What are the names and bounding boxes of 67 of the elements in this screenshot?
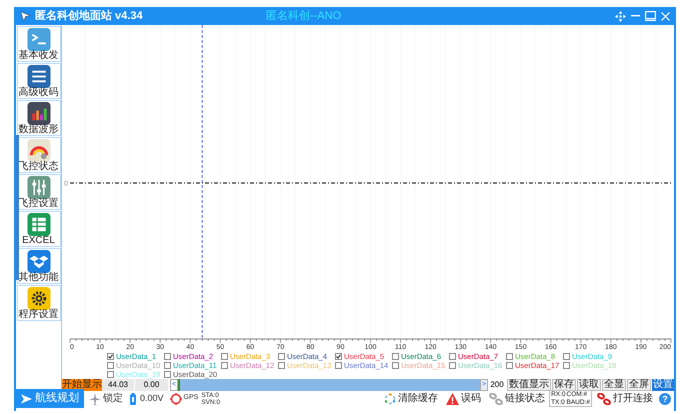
checkbox[interactable] (278, 362, 285, 369)
window-subtitle: 匿名科创--ANO (266, 8, 342, 24)
move-icon[interactable] (615, 10, 626, 22)
checkbox[interactable] (221, 362, 228, 369)
minimize-icon[interactable] (631, 15, 640, 17)
checkbox[interactable] (107, 353, 114, 360)
maximize-icon[interactable] (645, 11, 656, 21)
checkbox[interactable] (164, 353, 171, 360)
warning-icon (446, 392, 460, 404)
sidebar-item[interactable]: EXCEL (16, 211, 60, 247)
list-icon (26, 65, 50, 88)
link-icon (597, 392, 611, 404)
gauge-icon (26, 139, 50, 162)
window-title: 匿名科创地面站 v4.34 (35, 8, 143, 24)
sidebar-item[interactable]: 程序设置 (16, 285, 60, 321)
checkbox[interactable] (563, 353, 570, 360)
lock-status: 锁定 (103, 392, 123, 406)
link-status-label: 链接状态 (505, 392, 546, 406)
clear-cache-button[interactable]: 清除缓存 (398, 391, 438, 406)
toolbar-button[interactable]: 设置 (652, 379, 674, 391)
toolbar-button[interactable]: 全显 (602, 379, 626, 391)
gps-target-icon (170, 392, 182, 404)
checkbox[interactable] (107, 371, 114, 378)
toolbar-button[interactable]: 全屏 (627, 379, 651, 391)
value-field: 44.03 (102, 379, 135, 391)
sidebar-item[interactable]: 其他功能 (16, 248, 60, 284)
gear-icon (26, 287, 50, 310)
send-icon (21, 394, 32, 404)
sidebar-item[interactable]: 数据波形 (16, 100, 60, 136)
error-count-label: 误码 (461, 392, 482, 406)
value-field: 0.00 (135, 379, 168, 391)
checkbox[interactable] (335, 353, 342, 360)
sidebar-item[interactable]: 基本收发 (16, 26, 60, 62)
terminal-icon (26, 28, 50, 51)
refresh-icon (384, 392, 396, 404)
toolbar-button[interactable]: 数值显示 (507, 379, 551, 391)
voltage-reading: 0.00V (140, 392, 164, 405)
checkbox[interactable] (221, 353, 228, 360)
spreadsheet-icon (26, 213, 50, 236)
checkbox[interactable] (506, 353, 513, 360)
link-icon (489, 392, 504, 404)
plane-icon (89, 392, 101, 404)
checkbox[interactable] (164, 362, 171, 369)
sidebar-item[interactable]: 飞控状态 (16, 137, 60, 173)
checkbox[interactable] (563, 362, 570, 369)
checkbox[interactable] (335, 362, 342, 369)
checkbox[interactable] (392, 362, 399, 369)
checkbox[interactable] (449, 353, 456, 360)
sidebar-item[interactable]: 高级收码 (16, 63, 60, 99)
splitter-handle[interactable] (16, 135, 19, 280)
battery-icon (130, 392, 136, 404)
checkbox[interactable] (506, 362, 513, 369)
checkbox[interactable] (392, 353, 399, 360)
box-icon (26, 250, 50, 273)
sliders-icon (26, 176, 50, 199)
sidebar-item[interactable]: 飞控设置 (16, 174, 60, 210)
checkbox[interactable] (278, 353, 285, 360)
bar-chart-icon (26, 102, 50, 125)
checkbox[interactable] (164, 371, 171, 378)
start-button[interactable]: 开始显示 (62, 379, 102, 391)
open-connection-button[interactable]: 打开连接 (597, 391, 653, 406)
close-icon[interactable] (661, 12, 670, 20)
checkbox[interactable] (449, 362, 456, 369)
checkbox[interactable] (107, 362, 114, 369)
toolbar-button[interactable]: 读取 (577, 379, 601, 391)
toolbar-button[interactable]: 保存 (552, 379, 576, 391)
cursor-icon (20, 10, 31, 22)
